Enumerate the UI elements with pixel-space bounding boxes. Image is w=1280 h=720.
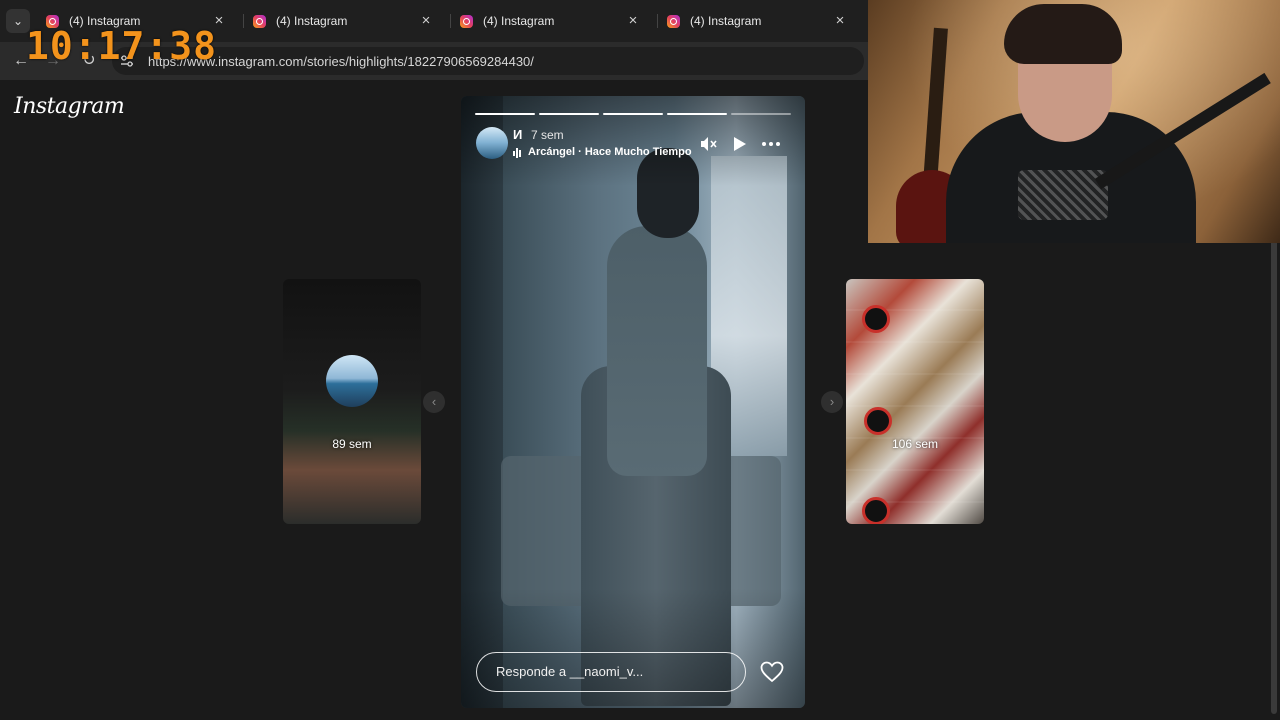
browser-tab[interactable]: (4) Instagram ×: [241, 6, 441, 36]
story-progress-bar: [475, 113, 791, 115]
story-timestamp: 7 sem: [531, 128, 564, 142]
heart-icon[interactable]: [760, 661, 784, 683]
story-avatar[interactable]: [476, 127, 508, 159]
tab-close-icon[interactable]: ×: [624, 12, 642, 30]
story-music-label[interactable]: Arcángel · Hace Mucho Tiempo: [528, 146, 692, 158]
story-photo-cup: [862, 497, 890, 524]
webcam-streamer: [1004, 4, 1122, 64]
webcam-overlay: [868, 0, 1280, 243]
browser-tab[interactable]: (4) Instagram ×: [655, 6, 855, 36]
story-age-label: 89 sem: [332, 437, 372, 451]
instagram-logo[interactable]: Instagram: [14, 94, 125, 119]
story-progress-segment: [475, 113, 535, 115]
reply-input[interactable]: Responde a __naomi_v...: [476, 652, 746, 692]
next-story-arrow-icon[interactable]: ›: [821, 391, 843, 413]
previous-story-preview[interactable]: 89 sem: [283, 279, 421, 524]
browser-tab[interactable]: (4) Instagram ×: [448, 6, 648, 36]
tab-title: (4) Instagram: [690, 14, 762, 28]
stream-clock-overlay: 10:17:38: [26, 24, 218, 68]
next-story-preview[interactable]: 106 sem: [846, 279, 984, 524]
story-progress-segment: [539, 113, 599, 115]
tab-close-icon[interactable]: ×: [417, 12, 435, 30]
mute-icon[interactable]: [698, 134, 718, 154]
story-progress-segment: [603, 113, 663, 115]
story-age-label: 106 sem: [891, 437, 939, 451]
story-avatar: [326, 355, 378, 407]
more-options-icon[interactable]: [761, 134, 781, 154]
story-progress-segment: [731, 113, 791, 115]
tab-title: (4) Instagram: [483, 14, 555, 28]
tab-close-icon[interactable]: ×: [831, 12, 849, 30]
story-photo-figure: [607, 226, 707, 476]
current-story[interactable]: И 7 sem Arcángel · Hace Mucho Tiempo Res…: [461, 96, 805, 708]
story-photo-cup: [862, 305, 890, 333]
tab-title: (4) Instagram: [276, 14, 348, 28]
instagram-favicon-icon: [460, 14, 473, 28]
music-bars-icon: [513, 148, 521, 158]
story-progress-segment: [667, 113, 727, 115]
story-username[interactable]: И: [513, 127, 522, 142]
play-icon[interactable]: [729, 134, 749, 154]
instagram-favicon-icon: [667, 14, 680, 28]
instagram-favicon-icon: [253, 14, 266, 28]
story-photo-cup: [864, 407, 892, 435]
previous-story-arrow-icon[interactable]: ‹: [423, 391, 445, 413]
address-bar[interactable]: https://www.instagram.com/stories/highli…: [112, 47, 864, 75]
